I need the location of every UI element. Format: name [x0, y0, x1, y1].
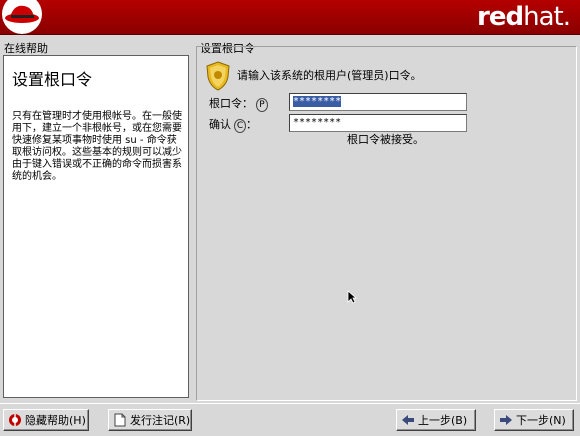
release-notes-button[interactable]: 发行注记(R) [108, 409, 192, 431]
confirm-password-label: 确认 C： [209, 118, 257, 133]
help-text-box[interactable]: 设置根口令 只有在管理时才使用根帐号。在一般使用下，建立一个非根帐号，或在您需要… [3, 55, 189, 398]
shield-icon [206, 61, 230, 91]
root-password-input[interactable]: ******** [289, 93, 467, 111]
redhat-logo-text: redhat. [477, 2, 571, 32]
arrow-left-icon [402, 415, 414, 425]
help-caption: 在线帮助 [4, 42, 48, 55]
confirm-password-input[interactable]: ******** [289, 114, 467, 132]
top-banner: redhat. [0, 0, 580, 35]
help-body: 只有在管理时才使用根帐号。在一般使用下，建立一个非根帐号，或在您需要快速修复某项… [12, 111, 182, 182]
lifebuoy-icon [9, 414, 21, 426]
help-pane: 在线帮助 设置根口令 只有在管理时才使用根帐号。在一般使用下，建立一个非根帐号，… [0, 38, 193, 403]
help-title: 设置根口令 [12, 70, 93, 89]
button-bar: 隐藏帮助(H) 发行注记(R) 上一步(B) 下一步(N) [0, 403, 580, 436]
password-prompt: 请输入该系统的根用户(管理员)口令。 [237, 69, 422, 82]
back-button[interactable]: 上一步(B) [396, 409, 476, 431]
arrow-right-icon [500, 415, 512, 425]
mouse-cursor-icon [347, 290, 357, 304]
root-password-label: 根口令： P [209, 95, 268, 112]
document-icon [114, 413, 126, 427]
next-button[interactable]: 下一步(N) [494, 409, 574, 431]
password-accepted-status: 根口令被接受。 [347, 133, 424, 146]
shadowman-logo-icon [2, 0, 42, 34]
mnemonic-c: C [234, 119, 246, 133]
mnemonic-p: P [256, 98, 268, 112]
hide-help-button[interactable]: 隐藏帮助(H) [3, 409, 89, 431]
